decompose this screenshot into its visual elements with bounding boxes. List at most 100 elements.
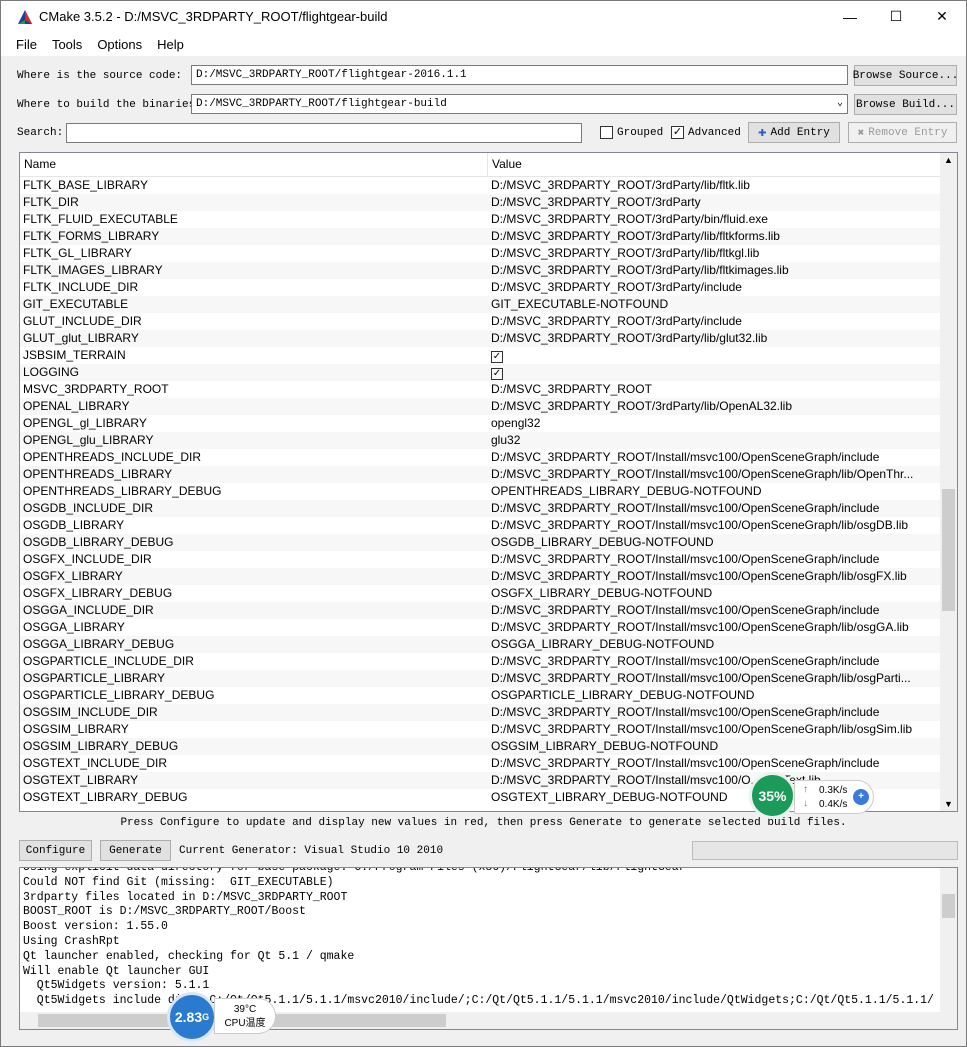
cache-entry-checkbox[interactable]: ✓ [491, 364, 941, 381]
cache-entry-value[interactable]: D:/MSVC_3RDPARTY_ROOT/3rdParty/lib/fltki… [491, 262, 941, 279]
cache-entry-value[interactable]: D:/MSVC_3RDPARTY_ROOT/3rdParty/lib/fltkf… [491, 228, 941, 245]
log-vscroll-thumb[interactable] [942, 894, 955, 918]
table-row[interactable]: FLTK_BASE_LIBRARY D:/MSVC_3RDPARTY_ROOT/3… [20, 177, 942, 194]
menu-file[interactable]: File [16, 37, 37, 52]
table-row[interactable]: OPENGL_glu_LIBRARY glu32 [20, 432, 942, 449]
cache-entry-value[interactable]: D:/MSVC_3RDPARTY_ROOT/Install/msvc100/Op… [491, 653, 941, 670]
table-row[interactable]: FLTK_DIR D:/MSVC_3RDPARTY_ROOT/3rdParty [20, 194, 942, 211]
table-row[interactable]: OSGSIM_LIBRARY D:/MSVC_3RDPARTY_ROOT/Inst… [20, 721, 942, 738]
output-log[interactable]: Using explicit data directory for base p… [19, 867, 958, 1030]
cache-entry-value[interactable]: OPENTHREADS_LIBRARY_DEBUG-NOTFOUND [491, 483, 941, 500]
table-row[interactable]: OSGGA_INCLUDE_DIR D:/MSVC_3RDPARTY_ROOT/I… [20, 602, 942, 619]
maximize-icon[interactable]: ☐ [873, 1, 919, 32]
table-row[interactable]: FLTK_GL_LIBRARY D:/MSVC_3RDPARTY_ROOT/3rd… [20, 245, 942, 262]
cache-entry-value[interactable]: opengl32 [491, 415, 941, 432]
cache-entry-value[interactable]: D:/MSVC_3RDPARTY_ROOT/Install/msvc100/Op… [491, 517, 941, 534]
build-input[interactable]: D:/MSVC_3RDPARTY_ROOT/flightgear-build ⌄ [191, 94, 848, 114]
table-row[interactable]: GIT_EXECUTABLE GIT_EXECUTABLE-NOTFOUND [20, 296, 942, 313]
table-row[interactable]: FLTK_FLUID_EXECUTABLE D:/MSVC_3RDPARTY_RO… [20, 211, 942, 228]
grouped-checkbox[interactable] [600, 126, 613, 139]
cache-entry-value[interactable]: D:/MSVC_3RDPARTY_ROOT [491, 381, 941, 398]
table-row[interactable]: MSVC_3RDPARTY_ROOT D:/MSVC_3RDPARTY_ROOT [20, 381, 942, 398]
cache-entry-value[interactable]: OSGPARTICLE_LIBRARY_DEBUG-NOTFOUND [491, 687, 941, 704]
table-scroll-thumb[interactable] [942, 489, 955, 611]
advanced-checkbox[interactable]: ✓ [671, 126, 684, 139]
cache-entry-value[interactable]: D:/MSVC_3RDPARTY_ROOT/Install/msvc100/Op… [491, 602, 941, 619]
table-row[interactable]: OPENAL_LIBRARY D:/MSVC_3RDPARTY_ROOT/3rdP… [20, 398, 942, 415]
cache-entry-value[interactable]: D:/MSVC_3RDPARTY_ROOT/Install/msvc100/Op… [491, 670, 941, 687]
network-percent-badge[interactable]: 35% [749, 772, 796, 819]
browse-source-button[interactable]: Browse Source... [853, 65, 958, 86]
cache-entry-value[interactable]: D:/MSVC_3RDPARTY_ROOT/Install/msvc100/Op… [491, 551, 941, 568]
table-row[interactable]: OPENTHREADS_INCLUDE_DIR D:/MSVC_3RDPARTY_… [20, 449, 942, 466]
table-row[interactable]: OSGGA_LIBRARY D:/MSVC_3RDPARTY_ROOT/Insta… [20, 619, 942, 636]
search-input[interactable] [66, 123, 582, 143]
menu-help[interactable]: Help [157, 37, 184, 52]
log-vscroll[interactable] [940, 868, 957, 1013]
plus-icon[interactable]: + [853, 789, 869, 805]
cache-entry-value[interactable]: D:/MSVC_3RDPARTY_ROOT/3rdParty/lib/OpenA… [491, 398, 941, 415]
cache-entry-value[interactable]: D:/MSVC_3RDPARTY_ROOT/Install/msvc100/Op… [491, 721, 941, 738]
menu-options[interactable]: Options [97, 37, 142, 52]
cache-entry-value[interactable]: GIT_EXECUTABLE-NOTFOUND [491, 296, 941, 313]
source-input[interactable]: D:/MSVC_3RDPARTY_ROOT/flightgear-2016.1.… [191, 65, 848, 85]
cache-entry-value[interactable]: D:/MSVC_3RDPARTY_ROOT/3rdParty/lib/fltkg… [491, 245, 941, 262]
cache-entry-value[interactable]: D:/MSVC_3RDPARTY_ROOT/3rdParty/bin/fluid… [491, 211, 941, 228]
minimize-icon[interactable]: — [827, 1, 873, 32]
scroll-up-icon[interactable]: ▲ [944, 155, 953, 165]
table-row[interactable]: OSGFX_INCLUDE_DIR D:/MSVC_3RDPARTY_ROOT/I… [20, 551, 942, 568]
table-row[interactable]: FLTK_IMAGES_LIBRARY D:/MSVC_3RDPARTY_ROOT… [20, 262, 942, 279]
cache-entry-value[interactable]: D:/MSVC_3RDPARTY_ROOT/3rdParty/include [491, 313, 941, 330]
table-scrollbar[interactable]: ▲ ▼ [940, 153, 957, 811]
log-hscroll[interactable] [20, 1012, 957, 1029]
table-row[interactable]: OSGSIM_LIBRARY_DEBUG OSGSIM_LIBRARY_DEBUG… [20, 738, 942, 755]
cache-entry-value[interactable]: D:/MSVC_3RDPARTY_ROOT/Install/msvc100/O.… [491, 772, 941, 789]
close-icon[interactable]: ✕ [919, 1, 965, 32]
remove-entry-button[interactable]: ✖ Remove Entry [848, 122, 957, 143]
scroll-down-icon[interactable]: ▼ [944, 799, 953, 809]
cache-entry-value[interactable]: D:/MSVC_3RDPARTY_ROOT/3rdParty/lib/glut3… [491, 330, 941, 347]
table-row[interactable]: OSGFX_LIBRARY D:/MSVC_3RDPARTY_ROOT/Insta… [20, 568, 942, 585]
cache-entry-value[interactable]: OSGSIM_LIBRARY_DEBUG-NOTFOUND [491, 738, 941, 755]
cache-entry-value[interactable]: D:/MSVC_3RDPARTY_ROOT/3rdParty/lib/fltk.… [491, 177, 941, 194]
cache-entry-value[interactable]: glu32 [491, 432, 941, 449]
table-row[interactable]: OSGDB_LIBRARY_DEBUG OSGDB_LIBRARY_DEBUG-N… [20, 534, 942, 551]
header-value[interactable]: Value [492, 157, 522, 171]
table-row[interactable]: OPENTHREADS_LIBRARY_DEBUG OPENTHREADS_LIB… [20, 483, 942, 500]
cache-entry-value[interactable]: D:/MSVC_3RDPARTY_ROOT/Install/msvc100/Op… [491, 500, 941, 517]
cache-entry-value[interactable]: D:/MSVC_3RDPARTY_ROOT/3rdParty [491, 194, 941, 211]
cache-entry-value[interactable]: D:/MSVC_3RDPARTY_ROOT/3rdParty/include [491, 279, 941, 296]
table-row[interactable]: OSGGA_LIBRARY_DEBUG OSGGA_LIBRARY_DEBUG-N… [20, 636, 942, 653]
menu-tools[interactable]: Tools [52, 37, 82, 52]
table-row[interactable]: OSGDB_INCLUDE_DIR D:/MSVC_3RDPARTY_ROOT/I… [20, 500, 942, 517]
cache-entry-value[interactable]: D:/MSVC_3RDPARTY_ROOT/Install/msvc100/Op… [491, 449, 941, 466]
cache-entry-value[interactable]: D:/MSVC_3RDPARTY_ROOT/Install/msvc100/Op… [491, 755, 941, 772]
cache-table[interactable]: Name Value FLTK_BASE_LIBRARY D:/MSVC_3RDP… [19, 152, 958, 812]
table-row[interactable]: OSGDB_LIBRARY D:/MSVC_3RDPARTY_ROOT/Insta… [20, 517, 942, 534]
table-row[interactable]: OSGTEXT_INCLUDE_DIR D:/MSVC_3RDPARTY_ROOT… [20, 755, 942, 772]
cache-entry-value[interactable]: OSGFX_LIBRARY_DEBUG-NOTFOUND [491, 585, 941, 602]
table-row[interactable]: LOGGING ✓ [20, 364, 942, 381]
cache-entry-value[interactable]: D:/MSVC_3RDPARTY_ROOT/Install/msvc100/Op… [491, 568, 941, 585]
table-row[interactable]: OSGPARTICLE_LIBRARY_DEBUG OSGPARTICLE_LIB… [20, 687, 942, 704]
cpu-frequency-badge[interactable]: 2.83 G [167, 992, 217, 1042]
table-row[interactable]: OSGPARTICLE_INCLUDE_DIR D:/MSVC_3RDPARTY_… [20, 653, 942, 670]
cache-entry-value[interactable]: OSGDB_LIBRARY_DEBUG-NOTFOUND [491, 534, 941, 551]
table-row[interactable]: OSGFX_LIBRARY_DEBUG OSGFX_LIBRARY_DEBUG-N… [20, 585, 942, 602]
add-entry-button[interactable]: ✚ Add Entry [748, 122, 840, 143]
table-row[interactable]: FLTK_FORMS_LIBRARY D:/MSVC_3RDPARTY_ROOT/… [20, 228, 942, 245]
cache-entry-value[interactable]: D:/MSVC_3RDPARTY_ROOT/Install/msvc100/Op… [491, 704, 941, 721]
header-name[interactable]: Name [24, 157, 56, 171]
table-row[interactable]: FLTK_INCLUDE_DIR D:/MSVC_3RDPARTY_ROOT/3r… [20, 279, 942, 296]
table-row[interactable]: GLUT_glut_LIBRARY D:/MSVC_3RDPARTY_ROOT/3… [20, 330, 942, 347]
configure-button[interactable]: Configure [19, 840, 92, 861]
cache-entry-value[interactable]: OSGGA_LIBRARY_DEBUG-NOTFOUND [491, 636, 941, 653]
browse-build-button[interactable]: Browse Build... [854, 94, 957, 115]
cache-entry-checkbox[interactable]: ✓ [491, 347, 941, 364]
table-row[interactable]: OPENTHREADS_LIBRARY D:/MSVC_3RDPARTY_ROOT… [20, 466, 942, 483]
table-row[interactable]: GLUT_INCLUDE_DIR D:/MSVC_3RDPARTY_ROOT/3r… [20, 313, 942, 330]
generate-button[interactable]: Generate [100, 840, 171, 861]
table-row[interactable]: OSGPARTICLE_LIBRARY D:/MSVC_3RDPARTY_ROOT… [20, 670, 942, 687]
table-row[interactable]: OSGSIM_INCLUDE_DIR D:/MSVC_3RDPARTY_ROOT/… [20, 704, 942, 721]
table-row[interactable]: OPENGL_gl_LIBRARY opengl32 [20, 415, 942, 432]
